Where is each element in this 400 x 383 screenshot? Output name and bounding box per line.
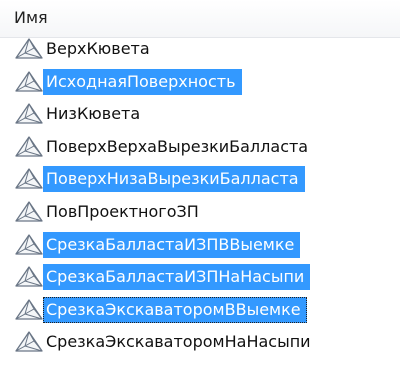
list-item-label: ПоверхНизаВырезкиБалласта <box>43 166 305 193</box>
surface-icon <box>14 37 44 61</box>
column-header-name: Имя <box>14 8 48 27</box>
surface-icon <box>14 135 44 159</box>
list-item-label: СрезкаБалластаИЗПНаНасыпи <box>43 264 311 291</box>
surface-icon <box>14 298 44 322</box>
surface-icon <box>14 167 44 191</box>
list-item-label: ВерхКювета <box>46 39 150 58</box>
list-item-label: НизКювета <box>46 104 141 124</box>
list-item-label: СрезкаЭкскаваторомНаНасыпи <box>46 332 311 352</box>
list-item-label: СрезкаЭкскаваторомВВыемке <box>43 296 307 323</box>
surface-icon <box>14 102 44 126</box>
column-header[interactable]: Имя <box>0 0 400 38</box>
surface-icon <box>14 265 44 289</box>
list-item-label: ИсходнаяПоверхность <box>43 68 242 95</box>
surface-icon <box>14 330 44 354</box>
surface-icon <box>14 233 44 257</box>
surface-icon <box>14 70 44 94</box>
list-item-label: ПовПроектногоЗП <box>46 202 199 221</box>
list-item-label: СрезкаБалластаИЗПВВыемке <box>43 231 301 258</box>
surface-icon <box>14 200 44 224</box>
list-item-label: ПоверхВерхаВырезкиБалласта <box>46 136 309 156</box>
